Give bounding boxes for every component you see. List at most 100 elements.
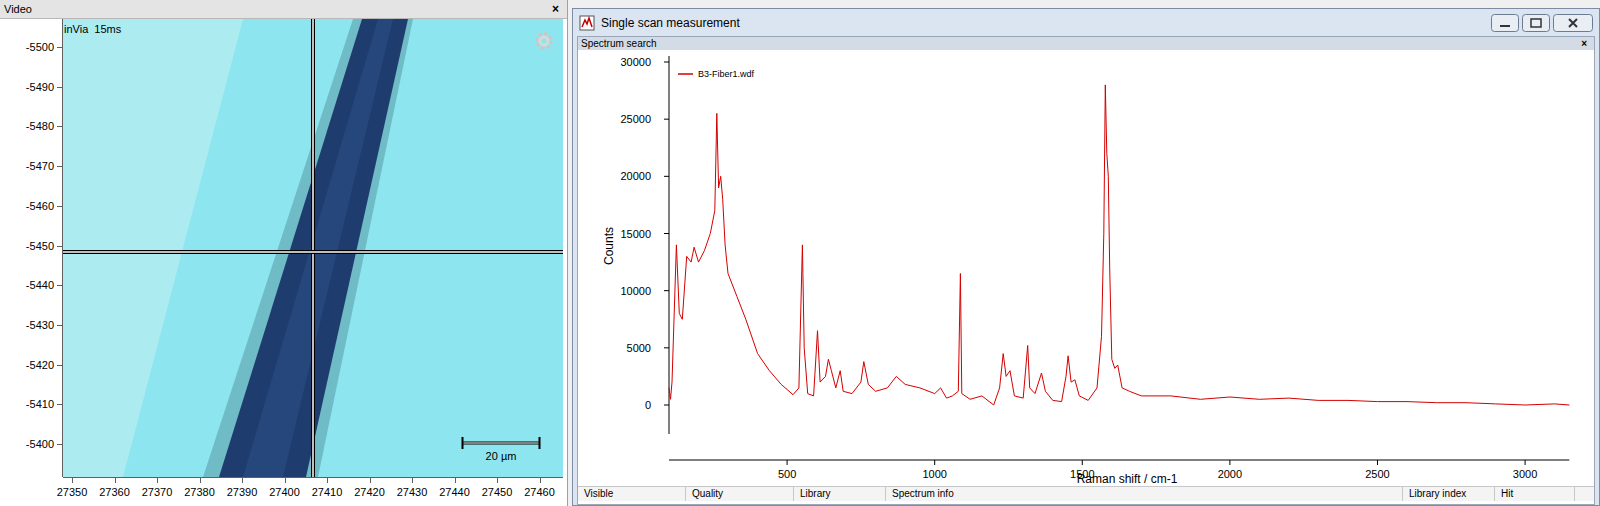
video-title: Video (4, 1, 32, 18)
x-tick-label: 27450 (482, 486, 513, 498)
x-tick-label: 27410 (312, 486, 343, 498)
close-icon[interactable] (1553, 14, 1593, 32)
measurement-window: Single scan measurement Spectrum search … (572, 8, 1600, 506)
y-tick (664, 347, 669, 348)
video-window: Video × -5500-5490-5480-5470-5460-5450-5… (0, 0, 568, 506)
panel-title-bar: Spectrum search × (578, 37, 1594, 50)
x-tick (1377, 460, 1378, 465)
y-tick-label: -5420 (26, 359, 54, 371)
y-tick (664, 233, 669, 234)
close-button[interactable]: × (548, 0, 563, 18)
column-header[interactable]: Spectrum info (886, 487, 1403, 501)
minimize-icon[interactable] (1491, 14, 1519, 32)
y-tick-label: -5490 (26, 81, 54, 93)
spectrum-plot: 0500010000150002000025000300005001000150… (578, 50, 1596, 486)
column-header[interactable]: Quality (686, 487, 794, 501)
x-tick (242, 478, 243, 483)
panel-close-button[interactable]: × (1577, 38, 1591, 50)
x-tick (1082, 460, 1083, 465)
x-tick (157, 478, 158, 483)
y-tick (57, 166, 62, 167)
y-tick (57, 365, 62, 366)
x-tick-label: 3000 (1513, 468, 1537, 480)
x-tick-label: 27400 (269, 486, 300, 498)
y-tick-label: 10000 (620, 285, 651, 297)
x-axis: 2735027360273702738027390274002741027420… (63, 477, 563, 505)
x-tick (934, 460, 935, 465)
window-controls (1491, 14, 1593, 32)
column-header[interactable]: Library index (1403, 487, 1495, 501)
y-tick (664, 405, 669, 406)
app-icon (579, 15, 595, 31)
x-tick-label: 1000 (922, 468, 946, 480)
x-tick-label: 27460 (524, 486, 555, 498)
y-tick (664, 290, 669, 291)
maximize-icon[interactable] (1522, 14, 1550, 32)
y-tick-label: -5450 (26, 240, 54, 252)
y-tick (664, 119, 669, 120)
scale-bar-label: 20 µm (486, 449, 517, 463)
x-tick (285, 478, 286, 483)
y-tick-label: -5500 (26, 41, 54, 53)
y-tick-label: 25000 (620, 113, 651, 125)
x-axis-row: 2735027360273702738027390274002741027420… (0, 477, 567, 505)
x-tick (787, 460, 788, 465)
y-tick-label: 5000 (627, 342, 651, 354)
y-axis-line (669, 56, 670, 434)
legend-label: B3-Fiber1.wdf (698, 69, 755, 79)
scale-bar: 20 µm (461, 437, 541, 463)
panel-title: Spectrum search (581, 38, 657, 50)
video-body: -5500-5490-5480-5470-5460-5450-5440-5430… (0, 19, 567, 477)
y-tick-label: 20000 (620, 170, 651, 182)
x-axis-line (669, 460, 1569, 461)
x-tick-label: 27430 (397, 486, 428, 498)
y-tick-label: 0 (645, 399, 651, 411)
x-tick-label: 27370 (142, 486, 173, 498)
results-header: VisibleQualityLibrarySpectrum infoLibrar… (578, 486, 1594, 501)
gear-icon[interactable] (533, 30, 555, 52)
x-tick-label: 2000 (1218, 468, 1242, 480)
y-tick (57, 87, 62, 88)
y-tick-label: -5440 (26, 279, 54, 291)
video-title-bar: Video × (0, 0, 567, 19)
x-tick (200, 478, 201, 483)
y-tick (664, 176, 669, 177)
y-tick-label: -5470 (26, 160, 54, 172)
y-tick (57, 444, 62, 445)
x-tick (412, 478, 413, 483)
y-tick (664, 62, 669, 63)
measurement-title-bar: Single scan measurement (573, 9, 1599, 36)
x-tick (370, 478, 371, 483)
x-tick-label: 27380 (184, 486, 215, 498)
spectrum-chart: 0500010000150002000025000300005001000150… (578, 50, 1594, 486)
y-tick (57, 47, 62, 48)
y-axis: -5500-5490-5480-5470-5460-5450-5440-5430… (0, 19, 63, 477)
y-tick-label: -5400 (26, 438, 54, 450)
scale-bar-line (461, 437, 541, 449)
x-tick (72, 478, 73, 483)
x-tick (497, 478, 498, 483)
y-axis-title: Counts (602, 227, 616, 265)
video-frame: inVia 15ms 20 µm (63, 19, 563, 477)
y-tick (57, 206, 62, 207)
y-tick (57, 246, 62, 247)
x-tick-label: 27360 (99, 486, 130, 498)
x-tick (540, 478, 541, 483)
x-tick (115, 478, 116, 483)
video-overlay-label: inVia 15ms (64, 21, 121, 38)
x-tick (455, 478, 456, 483)
fiber-image (63, 19, 563, 477)
y-tick-label: 30000 (620, 56, 651, 68)
x-tick-label: 27390 (227, 486, 258, 498)
x-tick (1229, 460, 1230, 465)
y-tick-label: -5460 (26, 200, 54, 212)
legend-swatch (678, 73, 693, 75)
column-header[interactable]: Visible (578, 487, 686, 501)
column-header[interactable]: Library (794, 487, 886, 501)
window-title: Single scan measurement (601, 14, 740, 32)
column-header[interactable]: Hit (1495, 487, 1575, 501)
y-tick (57, 325, 62, 326)
y-tick-label: -5410 (26, 398, 54, 410)
y-tick (57, 126, 62, 127)
x-tick (1525, 460, 1526, 465)
